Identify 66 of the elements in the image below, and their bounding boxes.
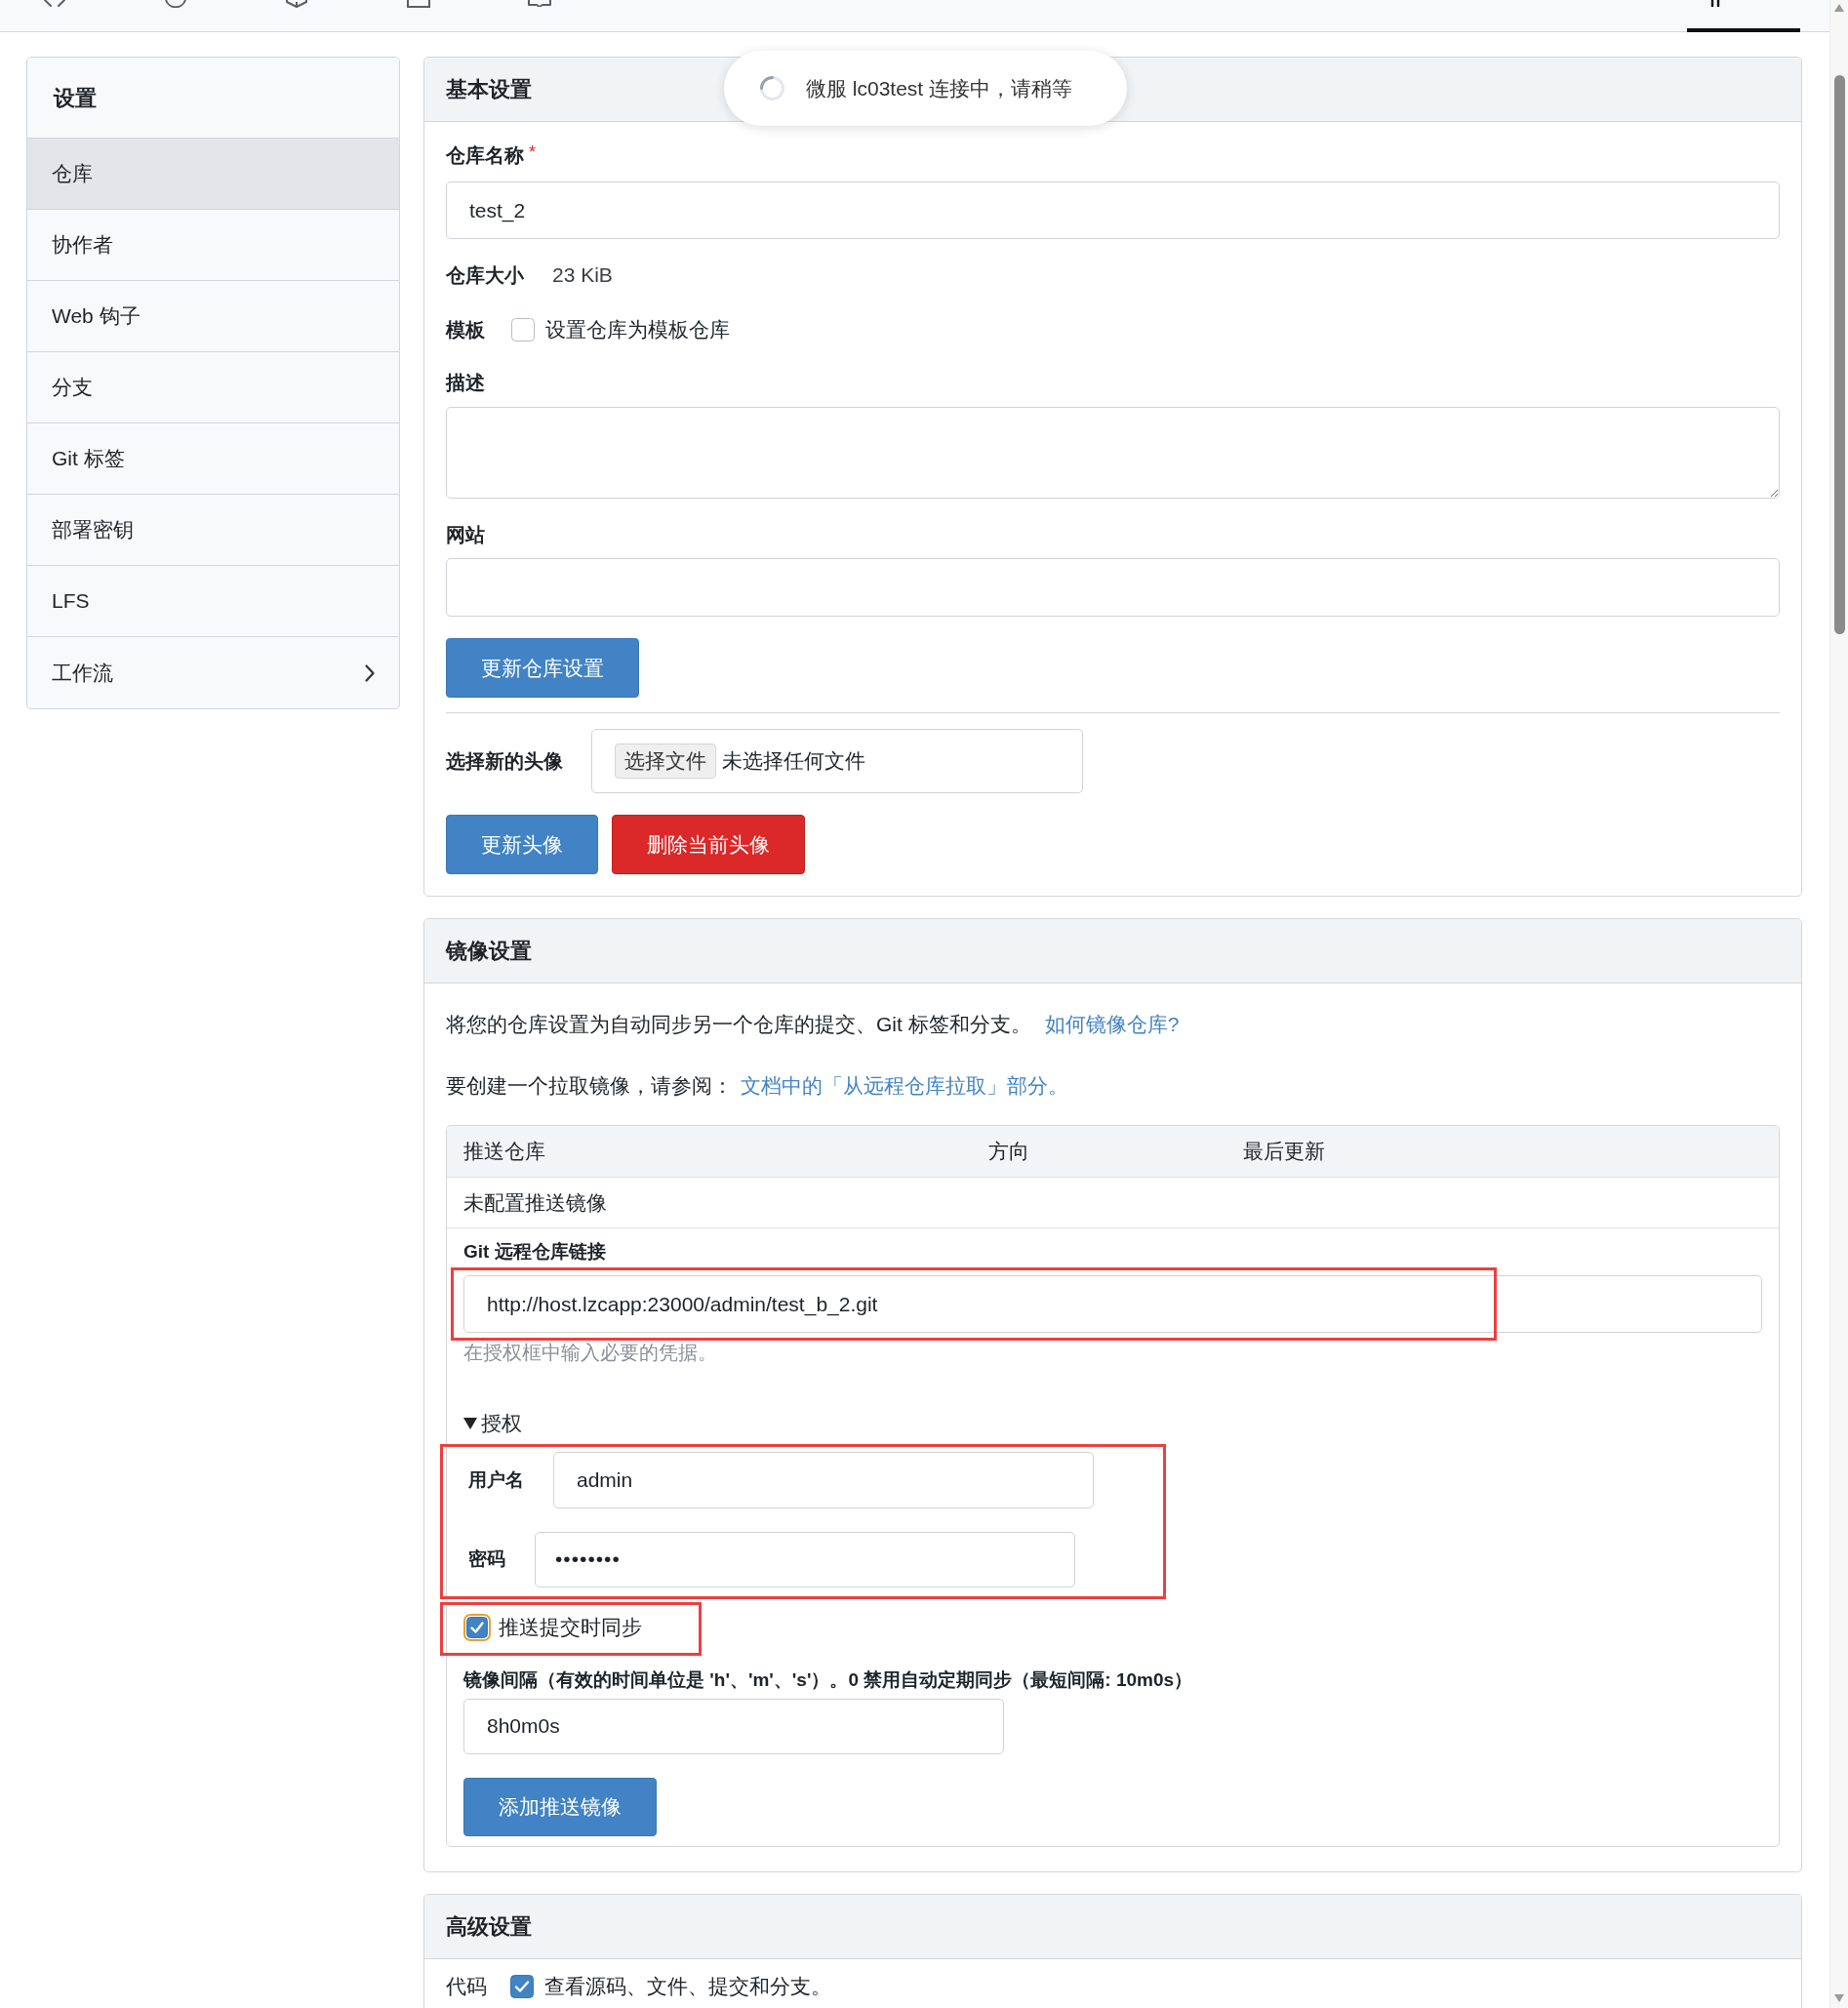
sidebar-title: 设置 bbox=[27, 58, 399, 139]
pull-mirror-note: 要创建一个拉取镜像，请参阅： 文档中的「从远程仓库拉取」部分。 bbox=[446, 1074, 1069, 1098]
cube-icon bbox=[286, 0, 307, 8]
description-field[interactable] bbox=[446, 407, 1780, 499]
add-push-mirror-button[interactable]: 添加推送镜像 bbox=[463, 1777, 657, 1836]
field-label: 仓库名称 bbox=[446, 143, 524, 167]
column-header: 方向 bbox=[988, 1140, 1030, 1163]
sidebar-item[interactable]: 协作者 bbox=[27, 210, 399, 281]
help-text: 在授权框中输入必要的凭据。 bbox=[463, 1341, 718, 1364]
column-header: 推送仓库 bbox=[463, 1140, 546, 1163]
field-label: 模板 bbox=[446, 318, 485, 341]
password-field[interactable]: •••••••• bbox=[535, 1531, 1075, 1587]
help-link[interactable]: 如何镜像仓库? bbox=[1044, 1013, 1180, 1035]
delete-avatar-button[interactable]: 删除当前头像 bbox=[612, 815, 805, 874]
checkbox-label: 推送提交时同步 bbox=[499, 1615, 642, 1639]
sidebar-item[interactable]: 部署密钥 bbox=[27, 495, 399, 566]
file-input-field[interactable]: 选择文件 未选择任何文件 bbox=[591, 729, 1083, 793]
field-label: 用户名 bbox=[467, 1467, 524, 1492]
choose-file-button[interactable]: 选择文件 bbox=[615, 743, 716, 779]
sidebar-item[interactable]: 分支 bbox=[27, 352, 399, 423]
mirror-intro-text: 将您的仓库设置为自动同步另一个仓库的提交、Git 标签和分支。 如何镜像仓库? bbox=[446, 1013, 1181, 1036]
update-avatar-button[interactable]: 更新头像 bbox=[446, 815, 598, 874]
checkbox[interactable] bbox=[511, 318, 535, 341]
scrollbar-track[interactable] bbox=[1829, 0, 1848, 2008]
sidebar-item-row[interactable]: 工作流 bbox=[27, 637, 399, 708]
toast-message: 微服 lc03test 连接中，请稍等 bbox=[806, 76, 1073, 100]
checkbox-label: 查看源码、文件、提交和分支。 bbox=[544, 1974, 831, 1998]
nav-tab[interactable] bbox=[1687, 0, 1800, 31]
field-label: 仓库大小 bbox=[446, 263, 524, 287]
sidebar-item[interactable]: LFS bbox=[27, 566, 399, 637]
scroll-down-arrow-icon[interactable] bbox=[1834, 1994, 1844, 2002]
field-label: 描述 bbox=[446, 371, 486, 394]
field-value: 23 KiB bbox=[552, 263, 613, 287]
docs-link[interactable]: 文档中的「从远程仓库拉取」部分。 bbox=[741, 1074, 1068, 1097]
file-status-text: 未选择任何文件 bbox=[722, 749, 865, 773]
checkbox[interactable] bbox=[510, 1974, 534, 1998]
unit-label: 代码 bbox=[446, 1974, 487, 1998]
repo-name-field[interactable]: test_2 bbox=[446, 181, 1780, 239]
scroll-up-arrow-icon[interactable] bbox=[1834, 4, 1844, 12]
code-brackets-icon bbox=[44, 0, 65, 7]
sidebar-item[interactable]: Web 钩子 bbox=[27, 281, 399, 352]
field-label: 镜像间隔（有效的时间单位是 'h'、'm'、's'）。0 禁用自动定期同步（最短间隔: 10m0s） bbox=[463, 1667, 1194, 1692]
auth-disclosure-toggle[interactable]: 授权 bbox=[463, 1412, 522, 1435]
remote-url-field[interactable]: http://host.lzcapp:23000/admin/test_b_2.git bbox=[463, 1275, 1762, 1333]
sidebar-item[interactable]: Git 标签 bbox=[27, 423, 399, 495]
bars-icon bbox=[1710, 0, 1722, 8]
field-label: Git 远程仓库链接 bbox=[463, 1240, 607, 1264]
book-icon bbox=[528, 0, 551, 7]
required-mark: * bbox=[529, 143, 536, 161]
scrollbar-thumb[interactable] bbox=[1833, 75, 1845, 634]
mirror-interval-field[interactable]: 8h0m0s bbox=[463, 1698, 1004, 1754]
checkbox-label: 设置仓库为模板仓库 bbox=[545, 318, 730, 341]
field-label: 密码 bbox=[467, 1547, 505, 1571]
empty-table-message: 未配置推送镜像 bbox=[463, 1190, 607, 1215]
website-field[interactable] bbox=[446, 558, 1780, 617]
section-title: 镜像设置 bbox=[424, 919, 1801, 984]
field-label: 网站 bbox=[446, 523, 486, 546]
column-header: 最后更新 bbox=[1243, 1140, 1325, 1163]
checkbox[interactable] bbox=[463, 1613, 491, 1641]
field-label: 选择新的头像 bbox=[446, 749, 563, 773]
section-title: 高级设置 bbox=[424, 1894, 1801, 1959]
sidebar-item-label: 工作流 bbox=[52, 661, 113, 685]
username-field[interactable]: admin bbox=[553, 1451, 1094, 1508]
update-settings-button[interactable]: 更新仓库设置 bbox=[446, 638, 639, 698]
loading-spinner-icon bbox=[759, 75, 785, 101]
sidebar-item[interactable]: 仓库 bbox=[27, 139, 399, 210]
